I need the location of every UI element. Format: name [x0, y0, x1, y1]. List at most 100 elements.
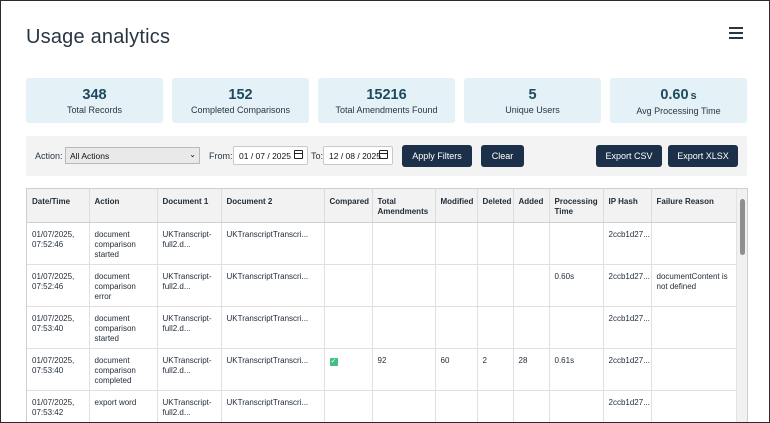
cell-added — [513, 306, 550, 349]
hamburger-menu-icon[interactable] — [729, 27, 743, 39]
from-date-value: 01 / 07 / 2025 — [239, 151, 291, 161]
calendar-icon[interactable] — [294, 150, 303, 159]
table-row[interactable]: 01/07/2025, 07:53:40 document comparison … — [27, 348, 738, 391]
cell-added — [513, 390, 550, 422]
to-date-input[interactable]: 12 / 08 / 2025 — [323, 146, 393, 165]
cell-ip-hash: 2ccb1d27... — [603, 390, 652, 422]
cell-action: document comparison error — [89, 264, 158, 307]
cell-processing-time: 0.60s — [549, 264, 604, 307]
chevron-down-icon: ⌄ — [189, 150, 196, 159]
stat-label: Total Records — [66, 105, 123, 115]
to-date-value: 12 / 08 / 2025 — [329, 151, 381, 161]
calendar-icon[interactable] — [379, 150, 388, 159]
cell-compared — [324, 390, 373, 422]
cell-failure-reason — [651, 222, 738, 265]
column-header[interactable]: Deleted — [477, 189, 514, 223]
cell-document-1: UKTranscript-full2.d... — [157, 222, 222, 265]
cell-modified — [435, 390, 478, 422]
stat-label: Completed Comparisons — [190, 105, 291, 115]
column-header[interactable]: Total Amendments — [372, 189, 436, 223]
cell-total-amendments — [372, 390, 436, 422]
table-row[interactable]: 01/07/2025, 07:52:46 document comparison … — [27, 264, 738, 307]
clear-button[interactable]: Clear — [481, 145, 524, 167]
cell-added — [513, 222, 550, 265]
cell-document-2: UKTranscriptTranscri... — [221, 264, 325, 307]
cell-document-1: UKTranscript-full2.d... — [157, 348, 222, 391]
apply-filters-button[interactable]: Apply Filters — [402, 145, 472, 167]
table-row[interactable]: 01/07/2025, 07:52:46 document comparison … — [27, 222, 738, 265]
cell-processing-time — [549, 306, 604, 349]
export-csv-button[interactable]: Export CSV — [596, 145, 662, 167]
usage-table: Date/Time Action Document 1 Document 2 C… — [27, 189, 738, 422]
cell-datetime: 01/07/2025, 07:52:46 — [27, 264, 90, 307]
from-date-input[interactable]: 01 / 07 / 2025 — [233, 146, 308, 165]
table-row[interactable]: 01/07/2025, 07:53:42 export word UKTranscr… — [27, 390, 738, 422]
cell-document-1: UKTranscript-full2.d... — [157, 390, 222, 422]
scrollbar-thumb[interactable] — [740, 199, 745, 255]
cell-failure-reason — [651, 348, 738, 391]
column-header[interactable]: Processing Time — [549, 189, 604, 223]
app-window: Usage analytics 348 Total Records 152 Co… — [0, 0, 770, 423]
cell-datetime: 01/07/2025, 07:53:40 — [27, 348, 90, 391]
column-header[interactable]: IP Hash — [603, 189, 652, 223]
page-title: Usage analytics — [26, 26, 171, 48]
stat-unit: s — [690, 90, 697, 102]
cell-document-1: UKTranscript-full2.d... — [157, 306, 222, 349]
stat-value: 152 — [228, 87, 253, 103]
action-filter-label: Action: — [35, 151, 63, 161]
stat-card-total-amendments: 15216 Total Amendments Found — [318, 78, 455, 123]
cell-deleted: 2 — [477, 348, 514, 391]
cell-datetime: 01/07/2025, 07:52:46 — [27, 222, 90, 265]
cell-document-2: UKTranscriptTranscri... — [221, 306, 325, 349]
stat-value: 348 — [82, 87, 107, 103]
stat-card-total-records: 348 Total Records — [26, 78, 163, 123]
column-header[interactable]: Date/Time — [27, 189, 90, 223]
stat-card-unique-users: 5 Unique Users — [464, 78, 601, 123]
cell-compared — [324, 306, 373, 349]
action-select-value: All Actions — [70, 151, 110, 161]
cell-modified — [435, 222, 478, 265]
action-select[interactable]: All Actions ⌄ — [65, 147, 200, 164]
cell-deleted — [477, 306, 514, 349]
table-row[interactable]: 01/07/2025, 07:53:40 document comparison … — [27, 306, 738, 349]
cell-failure-reason — [651, 390, 738, 422]
cell-document-1: UKTranscript-full2.d... — [157, 264, 222, 307]
cell-failure-reason: documentContent is not defined — [651, 264, 738, 307]
cell-ip-hash: 2ccb1d27... — [603, 264, 652, 307]
cell-deleted — [477, 222, 514, 265]
cell-datetime: 01/07/2025, 07:53:40 — [27, 306, 90, 349]
column-header[interactable]: Action — [89, 189, 158, 223]
cell-processing-time — [549, 390, 604, 422]
stat-value: 0.60 — [660, 87, 689, 103]
cell-action: export word — [89, 390, 158, 422]
cell-datetime: 01/07/2025, 07:53:42 — [27, 390, 90, 422]
cell-processing-time: 0.61s — [549, 348, 604, 391]
cell-document-2: UKTranscriptTranscri... — [221, 390, 325, 422]
to-date-label: To: — [311, 151, 324, 161]
cell-total-amendments: 92 — [372, 348, 436, 391]
cell-compared — [324, 264, 373, 307]
stat-card-avg-processing-time: 0.60 s Avg Processing Time — [610, 78, 747, 123]
cell-deleted — [477, 390, 514, 422]
column-header[interactable]: Document 1 — [157, 189, 222, 223]
cell-action: document comparison started — [89, 306, 158, 349]
checkmark-icon: ✓ — [329, 357, 338, 366]
cell-modified — [435, 264, 478, 307]
from-date-label: From: — [209, 151, 233, 161]
column-header[interactable]: Failure Reason — [651, 189, 738, 223]
column-header[interactable]: Added — [513, 189, 550, 223]
cell-ip-hash: 2ccb1d27... — [603, 306, 652, 349]
cell-failure-reason — [651, 306, 738, 349]
cell-compared — [324, 222, 373, 265]
column-header[interactable]: Document 2 — [221, 189, 325, 223]
column-header[interactable]: Compared — [324, 189, 373, 223]
usage-table-container[interactable]: Date/Time Action Document 1 Document 2 C… — [26, 188, 748, 422]
column-header[interactable]: Modified — [435, 189, 478, 223]
cell-total-amendments — [372, 264, 436, 307]
cell-processing-time — [549, 222, 604, 265]
export-xlsx-button[interactable]: Export XLSX — [668, 145, 738, 167]
cell-ip-hash: 2ccb1d27... — [603, 348, 652, 391]
table-scrollbar[interactable] — [736, 189, 747, 422]
cell-deleted — [477, 264, 514, 307]
cell-modified — [435, 306, 478, 349]
